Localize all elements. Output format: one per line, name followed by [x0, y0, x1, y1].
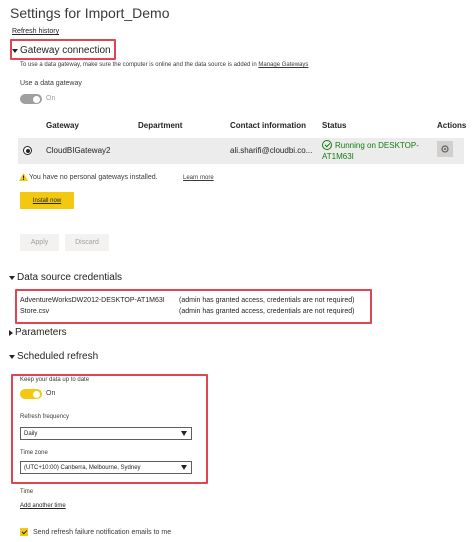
chevron-right-icon: [9, 329, 13, 336]
keep-up-to-date-toggle-label: On: [46, 390, 56, 397]
col-contact: Contact information: [230, 121, 306, 130]
time-zone-select[interactable]: (UTC+10:00) Canberra, Melbourne, Sydney: [20, 461, 192, 474]
parameters-section-heading: Parameters: [15, 327, 67, 338]
credential-note: (admin has granted access, credentials a…: [179, 308, 355, 315]
credentials-section-toggle[interactable]: Data source credentials: [9, 272, 122, 283]
col-gateway: Gateway: [46, 121, 79, 130]
scheduled-section-toggle[interactable]: Scheduled refresh: [9, 351, 98, 362]
check-circle-icon: [322, 140, 332, 150]
chevron-down-icon: [9, 354, 15, 359]
gateway-section-heading: Gateway connection: [20, 45, 111, 56]
apply-button[interactable]: Apply: [20, 234, 59, 251]
notify-checkbox[interactable]: [20, 528, 28, 536]
gateway-contact: ali.sharifi@cloudbi.co...: [230, 146, 313, 155]
no-personal-gateways-warning: You have no personal gateways installed.: [29, 174, 158, 181]
gateway-radio[interactable]: [23, 146, 32, 155]
use-gateway-toggle[interactable]: [20, 94, 42, 104]
keep-up-to-date-toggle[interactable]: [20, 389, 42, 399]
credential-note: (admin has granted access, credentials a…: [179, 297, 355, 304]
checkmark-icon: [21, 528, 27, 535]
scheduled-section-heading: Scheduled refresh: [17, 351, 99, 362]
use-gateway-label: Use a data gateway: [20, 80, 82, 87]
notify-label: Send refresh failure notification emails…: [33, 529, 172, 536]
dropdown-arrow-icon: [181, 465, 187, 470]
col-actions: Actions: [437, 121, 467, 130]
chevron-down-icon: [12, 48, 18, 53]
credential-name[interactable]: Store.csv: [20, 308, 49, 315]
page-title: Settings for Import_Demo: [10, 5, 170, 21]
gateway-status-line2: AT1M63I: [322, 152, 354, 161]
parameters-section-toggle[interactable]: Parameters: [9, 327, 67, 338]
credential-name[interactable]: AdventureWorksDW2012-DESKTOP-AT1M63I: [20, 297, 165, 304]
credentials-section-heading: Data source credentials: [17, 272, 123, 283]
refresh-frequency-label: Refresh frequency: [20, 414, 70, 420]
install-now-button[interactable]: Install now: [20, 192, 74, 209]
dropdown-arrow-icon: [181, 431, 187, 436]
gateway-section-toggle[interactable]: Gateway connection: [12, 45, 111, 56]
add-another-time-link[interactable]: Add another time: [20, 503, 66, 509]
highlight-credentials: [15, 289, 372, 324]
refresh-frequency-value: Daily: [24, 430, 38, 437]
keep-up-to-date-label: Keep your data up to date: [20, 377, 90, 383]
gateway-name: CloudBIGateway2: [46, 146, 111, 155]
time-zone-value: (UTC+10:00) Canberra, Melbourne, Sydney: [24, 464, 141, 471]
discard-button[interactable]: Discard: [65, 234, 109, 251]
learn-more-link[interactable]: Learn more: [183, 175, 214, 181]
gateway-description: To use a data gateway, make sure the com…: [20, 62, 309, 68]
gear-icon: [441, 145, 449, 153]
refresh-frequency-select[interactable]: Daily: [20, 427, 192, 440]
gateway-status-line1: Running on DESKTOP-: [335, 141, 419, 150]
use-gateway-toggle-label: On: [46, 95, 56, 102]
radio-dot: [25, 148, 30, 153]
chevron-down-icon: [9, 275, 15, 280]
time-label: Time: [20, 489, 34, 495]
col-status: Status: [322, 121, 347, 130]
toggle-knob: [33, 390, 40, 398]
time-zone-label: Time zone: [20, 450, 48, 456]
manage-gateways-link[interactable]: Manage Gateways: [258, 62, 308, 68]
toggle-knob: [33, 95, 40, 103]
refresh-history-link[interactable]: Refresh history: [12, 28, 59, 35]
col-department: Department: [138, 121, 183, 130]
check-mark: [324, 141, 330, 148]
gateway-actions-button[interactable]: [437, 141, 453, 157]
warning-icon: [19, 173, 28, 181]
